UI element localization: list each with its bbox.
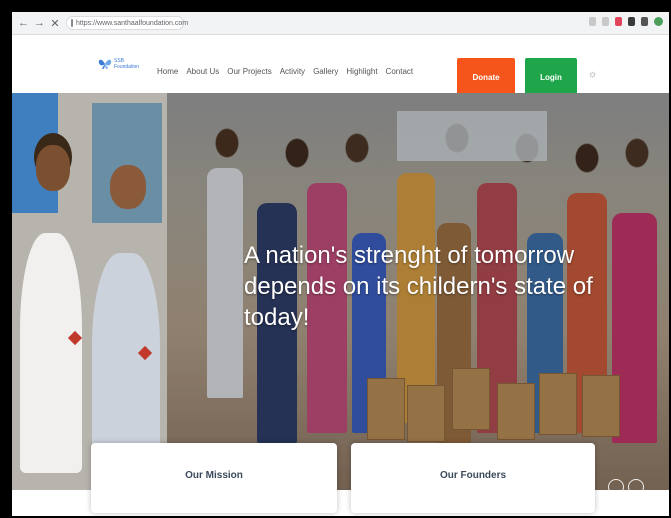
logo-text: SSB Foundation: [114, 58, 140, 70]
mission-card[interactable]: Our Mission: [91, 443, 337, 513]
sidebar-icon[interactable]: [641, 17, 648, 26]
url-text[interactable]: https://www.santhaalfoundation.com: [76, 20, 188, 27]
menu-item-home[interactable]: Home: [157, 67, 178, 76]
login-button[interactable]: Login: [525, 58, 577, 96]
forward-icon[interactable]: →: [34, 17, 45, 29]
donate-button[interactable]: Donate: [457, 58, 515, 96]
site-header: SSB Foundation Home About Us Our Project…: [12, 35, 669, 96]
menu-item-gallery[interactable]: Gallery: [313, 67, 338, 76]
profile-icon[interactable]: [654, 17, 663, 26]
slider-next-icon[interactable]: [628, 479, 644, 490]
puzzle-icon[interactable]: [628, 17, 635, 26]
share-icon[interactable]: [589, 17, 596, 26]
address-bar[interactable]: https://www.santhaalfoundation.com: [66, 16, 188, 30]
site-logo[interactable]: SSB Foundation: [98, 55, 140, 73]
founders-card[interactable]: Our Founders: [351, 443, 595, 513]
hero-left-photo: [12, 93, 167, 490]
theme-toggle-icon[interactable]: ☼: [588, 69, 597, 80]
hero-banner: A nation's strenght of tomorrow depends …: [12, 93, 669, 490]
hero-headline: A nation's strenght of tomorrow depends …: [244, 242, 593, 331]
extension-icons: [589, 17, 663, 26]
mission-card-title: Our Mission: [185, 469, 243, 481]
screenshot-frame: ← → ✕ https://www.santhaalfoundation.com: [0, 0, 671, 518]
star-icon[interactable]: [602, 17, 609, 26]
close-icon[interactable]: ✕: [50, 17, 60, 30]
slider-controls: [608, 479, 644, 490]
menu-item-activity[interactable]: Activity: [280, 67, 305, 76]
browser-window: ← → ✕ https://www.santhaalfoundation.com: [12, 12, 669, 516]
person-face: [110, 165, 146, 209]
browser-toolbar: ← → ✕ https://www.santhaalfoundation.com: [12, 12, 669, 35]
person-face: [36, 145, 70, 191]
lock-icon: [71, 19, 73, 27]
person-figure: [20, 233, 82, 473]
menu-item-about[interactable]: About Us: [186, 67, 219, 76]
slider-prev-icon[interactable]: [608, 479, 624, 490]
extension-icon[interactable]: [615, 17, 622, 26]
butterfly-logo-icon: [98, 59, 112, 69]
menu-item-projects[interactable]: Our Projects: [227, 67, 271, 76]
founders-card-title: Our Founders: [439, 469, 507, 481]
main-menu: Home About Us Our Projects Activity Gall…: [157, 67, 413, 76]
menu-item-highlight[interactable]: Highlight: [346, 67, 377, 76]
menu-item-contact[interactable]: Contact: [386, 67, 414, 76]
back-icon[interactable]: ←: [18, 17, 29, 29]
